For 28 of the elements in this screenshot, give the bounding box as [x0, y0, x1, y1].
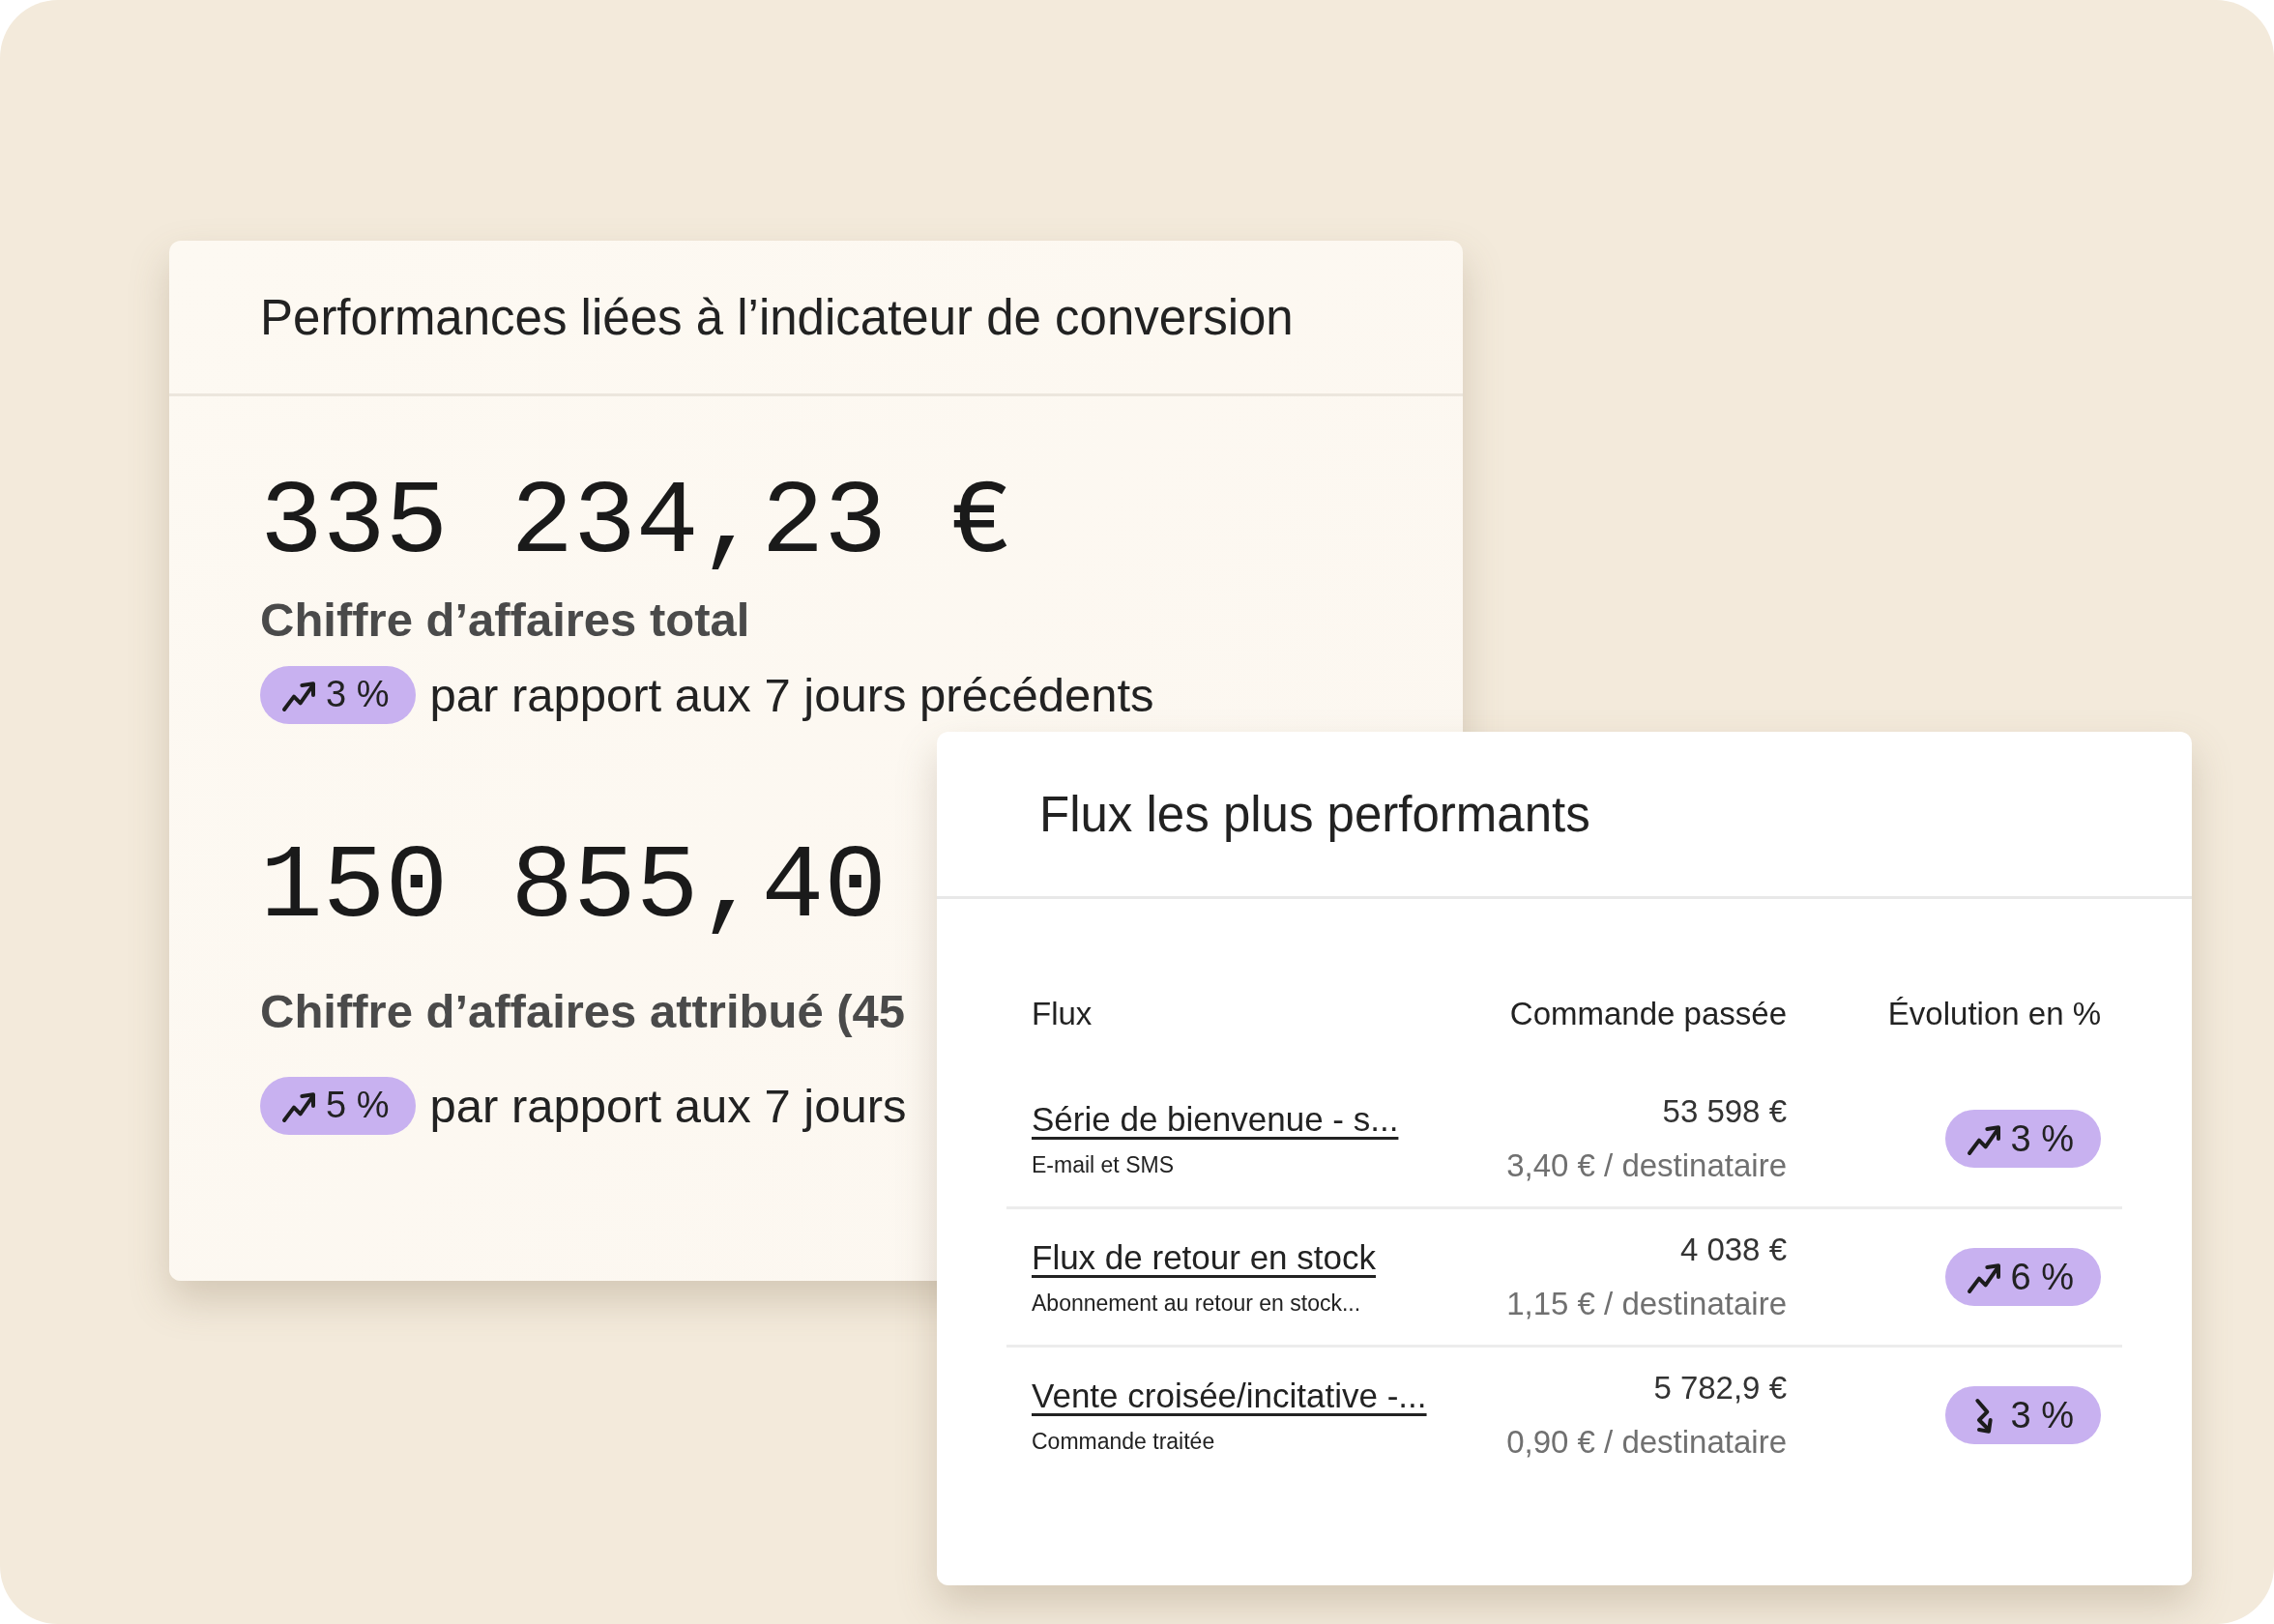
metric-value: 150 855,40	[260, 829, 888, 945]
metric-value: 335 234,23 €	[260, 466, 1012, 581]
comparison-text: par rapport aux 7 jours	[429, 1078, 907, 1133]
flow-link[interactable]: Vente croisée/incitative -...	[1032, 1376, 1472, 1415]
column-header: Évolution en %	[1886, 996, 2102, 1032]
per-recipient-value: 3,40 € / destinataire	[1506, 1147, 1787, 1184]
per-recipient-value: 1,15 € / destinataire	[1506, 1286, 1787, 1322]
comparison-text: par rapport aux 7 jours précédents	[429, 667, 1154, 722]
metric-label: Chiffre d’affaires total	[260, 592, 750, 647]
card-title: Flux les plus performants	[1039, 785, 1590, 843]
flow-link[interactable]: Série de bienvenue - s...	[1032, 1099, 1472, 1139]
column-header: Flux	[1031, 996, 1093, 1032]
change-value: 6 %	[2010, 1256, 2074, 1298]
metric-label: Chiffre d’affaires attribué (45	[260, 983, 906, 1038]
card-title: Performances liées à l’indicateur de conversion	[260, 288, 1294, 346]
flow-subtitle: Commande traitée	[1032, 1428, 1216, 1455]
change-value: 5 %	[326, 1085, 390, 1127]
orders-value: 4 038 €	[1679, 1232, 1787, 1268]
per-recipient-value: 0,90 € / destinataire	[1506, 1424, 1787, 1461]
change-value: 3 %	[2010, 1394, 2074, 1436]
flow-subtitle: Abonnement au retour en stock...	[1032, 1290, 1362, 1317]
orders-value: 5 782,9 €	[1653, 1370, 1787, 1406]
flow-link[interactable]: Flux de retour en stock	[1032, 1237, 1472, 1277]
column-header: Commande passée	[1508, 996, 1787, 1032]
change-value: 3 %	[2010, 1117, 2074, 1160]
change-value: 3 %	[326, 674, 390, 716]
flow-subtitle: E-mail et SMS	[1032, 1151, 1175, 1178]
orders-value: 53 598 €	[1662, 1093, 1787, 1130]
